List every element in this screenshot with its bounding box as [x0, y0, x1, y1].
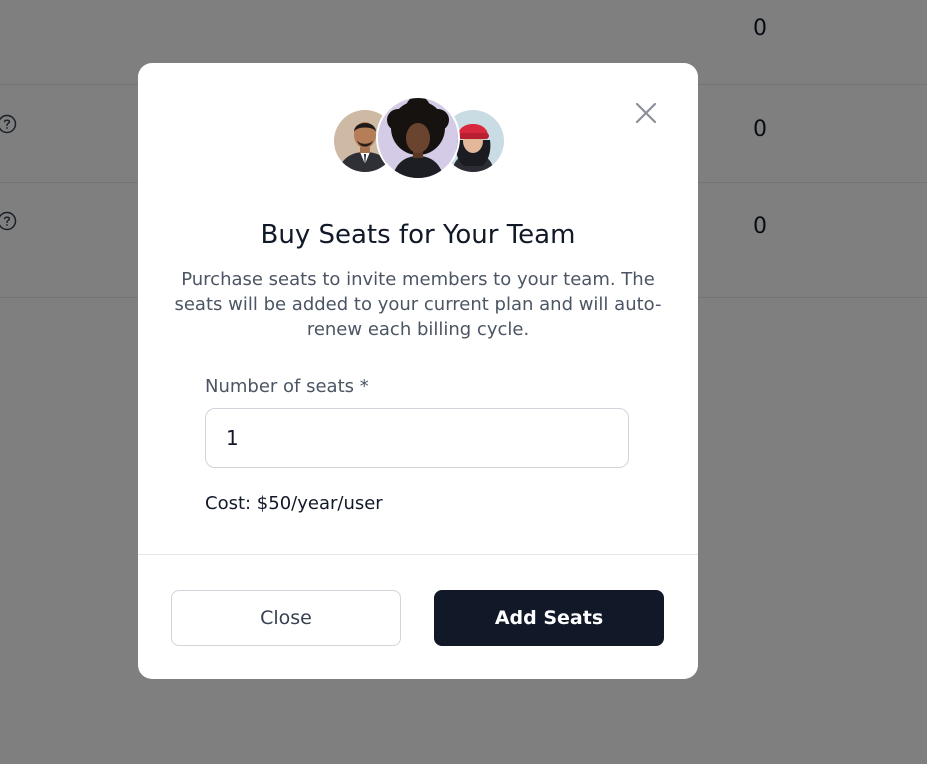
close-icon[interactable]	[634, 101, 658, 125]
seats-field-label: Number of seats *	[205, 376, 369, 397]
avatar-woman-curly-hair	[376, 96, 460, 180]
close-button[interactable]: Close	[171, 590, 401, 646]
team-avatars	[332, 96, 506, 180]
buy-seats-dialog: Buy Seats for Your Team Purchase seats t…	[138, 63, 698, 679]
dialog-description: Purchase seats to invite members to your…	[174, 269, 662, 340]
footer-divider	[138, 554, 698, 555]
dialog-title: Buy Seats for Your Team	[260, 220, 576, 250]
seats-input[interactable]	[205, 408, 629, 468]
add-seats-button[interactable]: Add Seats	[434, 590, 664, 646]
cost-text: Cost: $50/year/user	[205, 493, 383, 514]
